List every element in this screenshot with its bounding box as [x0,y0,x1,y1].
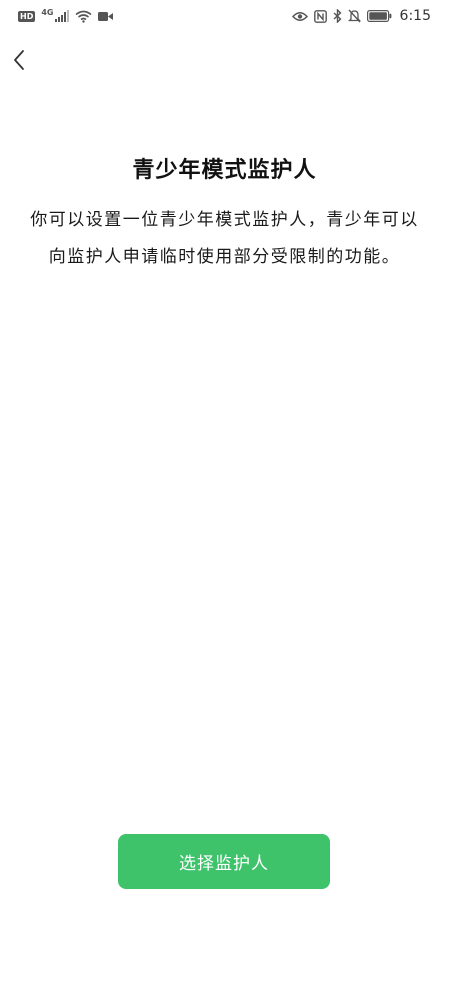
status-time: 6:15 [399,8,431,24]
hd-icon: HD [18,10,36,22]
select-guardian-button[interactable]: 选择监护人 [118,834,330,889]
mute-icon [347,9,361,23]
video-icon [98,11,114,21]
page-title: 青少年模式监护人 [132,158,317,183]
status-bar: HD 4G 6:15 [0,0,449,32]
wifi-icon [75,10,92,23]
chevron-left-icon [14,50,24,70]
description-text: 你可以设置一位青少年模式监护人，青少年可以向监护人申请临时使用部分受限制的功能。 [30,210,419,267]
eye-icon [291,11,308,21]
battery-icon [366,10,391,22]
nfc-icon [313,9,327,23]
bluetooth-icon [333,9,342,23]
network-type-label: 4G [41,7,54,17]
back-button[interactable] [6,44,32,76]
status-left: HD 4G [18,7,114,23]
status-right: 6:15 [291,8,431,24]
signal-icon [55,10,70,22]
